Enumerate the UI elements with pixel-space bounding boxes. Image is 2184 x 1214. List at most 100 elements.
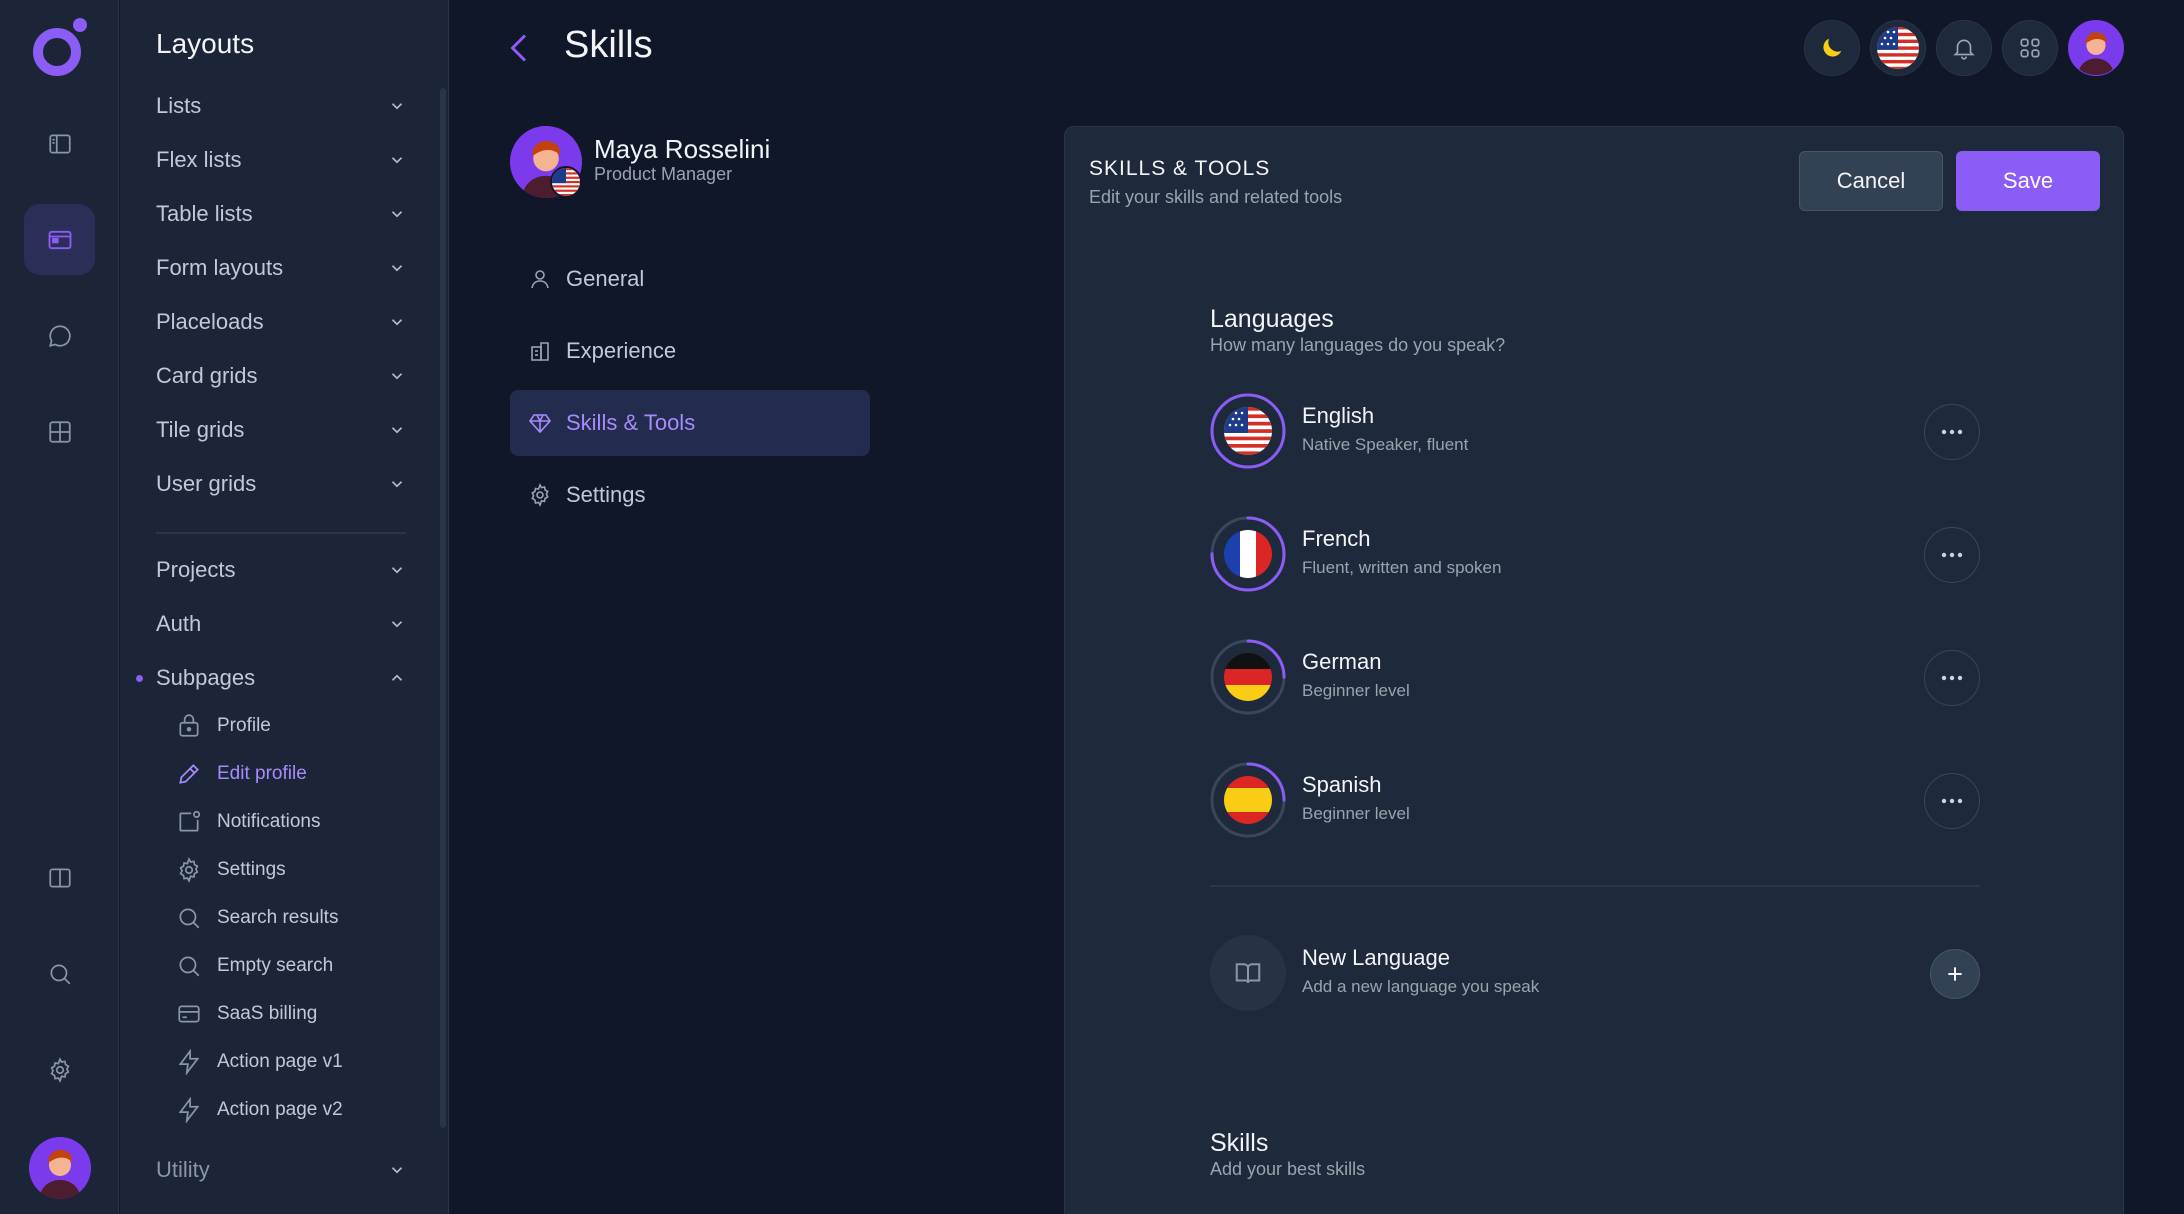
credit-card-icon — [175, 1000, 203, 1028]
more-options-button[interactable] — [1924, 404, 1980, 460]
apps-button[interactable] — [2002, 20, 2058, 76]
language-progress-ring — [1210, 393, 1286, 469]
menu-item-placeloads[interactable]: Placeloads — [156, 302, 406, 342]
lightning-icon — [175, 1048, 203, 1076]
us-flag-icon — [1224, 407, 1272, 455]
nav-experience[interactable]: Experience — [510, 318, 870, 384]
menu-item-tile-grids[interactable]: Tile grids — [156, 410, 406, 450]
languages-title: Languages — [1210, 305, 1334, 333]
menu-title: Layouts — [156, 28, 255, 59]
subitem-action-page-v1[interactable]: Action page v1 — [175, 1044, 343, 1080]
chevron-down-icon — [391, 567, 403, 574]
skills-title: Skills — [1210, 1129, 1269, 1157]
menu-scrollbar[interactable] — [440, 88, 446, 1128]
diamond-icon — [528, 414, 552, 434]
language-name: Spanish — [1302, 772, 1382, 797]
notification-icon — [175, 808, 203, 836]
chevron-down-icon — [391, 427, 403, 434]
language-row-french: French Fluent, written and spoken — [1210, 516, 1980, 594]
grid-icon[interactable] — [24, 396, 95, 467]
app-logo[interactable] — [29, 16, 91, 78]
subitem-label: Empty search — [217, 955, 334, 976]
user-icon — [531, 270, 549, 289]
subitem-profile[interactable]: Profile — [175, 708, 271, 744]
language-row-german: German Beginner level — [1210, 639, 1980, 717]
more-options-button[interactable] — [1924, 773, 1980, 829]
subitem-action-page-v2[interactable]: Action page v2 — [175, 1092, 343, 1128]
subitem-edit-profile[interactable]: Edit profile — [175, 756, 307, 792]
chevron-down-icon — [391, 621, 403, 628]
skills-subtitle: Add your best skills — [1210, 1159, 1366, 1179]
notifications-button[interactable] — [1936, 20, 1992, 76]
save-button[interactable]: Save — [1956, 151, 2100, 211]
nav-settings[interactable]: Settings — [510, 462, 870, 528]
menu-item-table-lists[interactable]: Table lists — [156, 194, 406, 234]
search-icon[interactable] — [24, 938, 95, 1009]
subitem-notifications[interactable]: Notifications — [175, 804, 321, 840]
more-options-button[interactable] — [1924, 527, 1980, 583]
menu-item-subpages[interactable]: Subpages — [156, 658, 406, 698]
bell-icon — [1953, 39, 1975, 60]
menu-item-flex-lists[interactable]: Flex lists — [156, 140, 406, 180]
menu-item-card-grids[interactable]: Card grids — [156, 356, 406, 396]
subitem-empty-search[interactable]: Empty search — [175, 948, 333, 984]
subitem-label: SaaS billing — [217, 1003, 318, 1024]
language-switcher[interactable] — [1870, 20, 1926, 76]
skills-card: SKILLS & TOOLS Edit your skills and rela… — [1064, 126, 2124, 1214]
chevron-down-icon — [391, 319, 403, 326]
pencil-icon — [175, 760, 203, 788]
menu-item-utility[interactable]: Utility — [156, 1150, 406, 1190]
menu-item-label: Flex lists — [156, 147, 242, 172]
language-level: Fluent, written and spoken — [1302, 558, 1502, 577]
menu-item-label: Placeloads — [156, 309, 264, 334]
menu-item-lists[interactable]: Lists — [156, 86, 406, 126]
us-flag-icon — [1877, 27, 1919, 69]
cancel-button[interactable]: Cancel — [1799, 151, 1943, 211]
menu-divider — [156, 532, 406, 534]
menu-item-label: Card grids — [156, 363, 258, 388]
more-options-button[interactable] — [1924, 650, 1980, 706]
language-progress-ring — [1210, 516, 1286, 592]
user-avatar[interactable] — [29, 1137, 91, 1199]
sidebar-toggle-icon[interactable] — [24, 108, 95, 179]
fr-flag-icon — [1224, 530, 1272, 578]
columns-icon[interactable] — [24, 842, 95, 913]
subitem-label: Edit profile — [217, 763, 307, 784]
gear-icon — [531, 483, 549, 507]
profile-role: Product Manager — [594, 164, 733, 184]
ellipsis-icon — [1941, 798, 1963, 804]
subitem-saas-billing[interactable]: SaaS billing — [175, 996, 317, 1032]
active-dot — [136, 675, 143, 682]
menu-panel: Layouts Lists Flex lists Table lists For… — [120, 0, 449, 1214]
card-title: SKILLS & TOOLS — [1089, 157, 1271, 180]
chevron-down-icon — [391, 481, 403, 488]
chat-icon[interactable] — [24, 300, 95, 371]
new-language-row: New Language Add a new language you spea… — [1210, 935, 1980, 1013]
search-icon — [175, 952, 203, 980]
nav-skills-tools[interactable]: Skills & Tools — [510, 390, 870, 456]
subitem-label: Profile — [217, 715, 271, 736]
subitem-settings[interactable]: Settings — [175, 852, 286, 888]
back-arrow-icon[interactable] — [505, 28, 535, 68]
language-level: Beginner level — [1302, 804, 1410, 823]
es-flag-icon — [1224, 776, 1272, 824]
menu-item-form-layouts[interactable]: Form layouts — [156, 248, 406, 288]
nav-general[interactable]: General — [510, 246, 870, 312]
dark-mode-toggle[interactable] — [1804, 20, 1860, 76]
menu-item-label: Tile grids — [156, 417, 245, 442]
menu-item-user-grids[interactable]: User grids — [156, 464, 406, 504]
language-level: Beginner level — [1302, 681, 1410, 700]
profile-menu-avatar[interactable] — [2068, 20, 2124, 76]
menu-item-projects[interactable]: Projects — [156, 550, 406, 590]
profile-avatar — [510, 126, 582, 198]
subitem-label: Action page v2 — [217, 1099, 343, 1120]
menu-item-auth[interactable]: Auth — [156, 604, 406, 644]
add-language-button[interactable] — [1930, 949, 1980, 999]
layouts-icon[interactable] — [24, 204, 95, 275]
subitem-search-results[interactable]: Search results — [175, 900, 338, 936]
chevron-up-icon — [391, 674, 403, 681]
new-language-title: New Language — [1302, 945, 1451, 970]
menu-item-label: Auth — [156, 611, 202, 636]
language-name: German — [1302, 649, 1382, 674]
gear-icon[interactable] — [24, 1034, 95, 1105]
